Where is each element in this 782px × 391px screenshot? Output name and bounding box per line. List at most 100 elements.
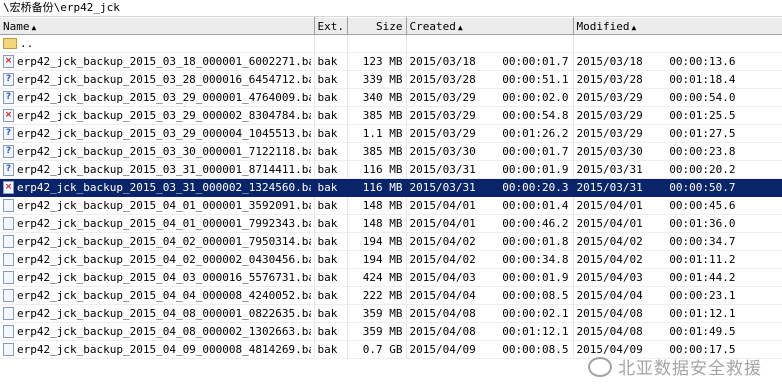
file-name: erp42_jck_backup_2015_03_29_000004_10455… (17, 127, 311, 140)
file-ext: bak (314, 232, 348, 251)
file-size: 359 MB (347, 304, 407, 323)
file-modified: 2015/03/29 00:00:54.0 (573, 88, 782, 107)
file-ext: bak (314, 178, 348, 197)
file-name: erp42_jck_backup_2015_04_02_000002_04304… (17, 253, 311, 266)
file-ext: bak (314, 214, 348, 233)
error-file-icon: × (3, 181, 14, 194)
file-size: 359 MB (347, 322, 407, 341)
file-row[interactable]: ? erp42_jck_backup_2015_03_29_000001_4764… (0, 88, 782, 107)
parent-folder-row[interactable]: .. (0, 34, 782, 53)
column-header-ext[interactable]: Ext. (314, 17, 348, 35)
file-name: erp42_jck_backup_2015_04_01_000001_35920… (17, 199, 311, 212)
file-modified: 2015/03/31 00:00:50.7 (573, 178, 782, 197)
file-created: 2015/04/08 00:01:12.1 (406, 322, 574, 341)
file-row[interactable]: ? erp42_jck_backup_2015_03_28_000016_6454… (0, 70, 782, 89)
file-icon (3, 325, 14, 338)
path-bar[interactable]: \宏桥备份\erp42_jck (0, 0, 782, 17)
file-manager-window: \宏桥备份\erp42_jck Name ▲ Ext. Size Created ▲… (0, 0, 782, 391)
file-created: 2015/03/29 00:00:02.0 (406, 88, 574, 107)
file-row[interactable]: ? erp42_jck_backup_2015_03_30_000001_7122… (0, 142, 782, 161)
file-name: erp42_jck_backup_2015_04_08_000002_13026… (17, 325, 311, 338)
file-row[interactable]: × erp42_jck_backup_2015_03_31_000002_1324… (0, 178, 782, 197)
file-row[interactable]: × erp42_jck_backup_2015_03_29_000002_8304… (0, 106, 782, 125)
file-name: erp42_jck_backup_2015_04_04_000008_42400… (17, 289, 311, 302)
file-name: erp42_jck_backup_2015_03_31_000001_87144… (17, 163, 311, 176)
column-header-name[interactable]: Name ▲ (0, 17, 315, 35)
file-modified: 2015/03/18 00:00:13.6 (573, 52, 782, 71)
file-row[interactable]: erp42_jck_backup_2015_04_08_000002_13026… (0, 322, 782, 341)
current-path: \宏桥备份\erp42_jck (3, 1, 120, 14)
file-name: erp42_jck_backup_2015_03_31_000002_13245… (17, 181, 311, 194)
file-modified: 2015/04/02 00:00:34.7 (573, 232, 782, 251)
file-size: 194 MB (347, 250, 407, 269)
unknown-file-icon: ? (3, 145, 14, 158)
file-row[interactable]: ? erp42_jck_backup_2015_03_31_000001_8714… (0, 160, 782, 179)
file-modified: 2015/03/29 00:01:27.5 (573, 124, 782, 143)
file-size: 148 MB (347, 214, 407, 233)
file-ext: bak (314, 106, 348, 125)
column-header-size[interactable]: Size (347, 17, 407, 35)
error-file-icon: × (3, 55, 14, 68)
file-row[interactable]: erp42_jck_backup_2015_04_04_000008_42400… (0, 286, 782, 305)
file-icon (3, 199, 14, 212)
file-ext: bak (314, 196, 348, 215)
file-modified: 2015/03/30 00:00:23.8 (573, 142, 782, 161)
file-icon (3, 307, 14, 320)
file-icon (3, 343, 14, 356)
file-name: erp42_jck_backup_2015_03_28_000016_64547… (17, 73, 311, 86)
file-created: 2015/04/08 00:00:02.1 (406, 304, 574, 323)
file-row[interactable]: erp42_jck_backup_2015_04_08_000001_08226… (0, 304, 782, 323)
file-created: 2015/03/31 00:00:20.3 (406, 178, 574, 197)
file-size: 385 MB (347, 142, 407, 161)
file-rows: .. × erp42_jck_backup_2015_03_18_000001_6… (0, 34, 782, 359)
file-row[interactable]: erp42_jck_backup_2015_04_01_000001_79923… (0, 214, 782, 233)
file-ext: bak (314, 142, 348, 161)
column-header-created[interactable]: Created ▲ (406, 17, 574, 35)
file-ext: bak (314, 124, 348, 143)
column-header-modified[interactable]: Modified ▲ (573, 17, 782, 35)
file-ext: bak (314, 322, 348, 341)
file-icon (3, 235, 14, 248)
file-size: 116 MB (347, 178, 407, 197)
file-ext: bak (314, 70, 348, 89)
file-row[interactable]: ? erp42_jck_backup_2015_03_29_000004_1045… (0, 124, 782, 143)
sort-ascending-icon: ▲ (31, 22, 37, 32)
file-name: erp42_jck_backup_2015_04_08_000001_08226… (17, 307, 311, 320)
file-size: 116 MB (347, 160, 407, 179)
file-name: erp42_jck_backup_2015_03_30_000001_71221… (17, 145, 311, 158)
file-row[interactable]: erp42_jck_backup_2015_04_02_000001_79503… (0, 232, 782, 251)
file-name: erp42_jck_backup_2015_03_29_000002_83047… (17, 109, 311, 122)
file-size: 424 MB (347, 268, 407, 287)
file-row[interactable]: erp42_jck_backup_2015_04_02_000002_04304… (0, 250, 782, 269)
wechat-logo-icon (588, 356, 612, 377)
file-size: 222 MB (347, 286, 407, 305)
file-modified: 2015/03/29 00:01:25.5 (573, 106, 782, 125)
file-created: 2015/04/01 00:00:01.4 (406, 196, 574, 215)
file-size: 385 MB (347, 106, 407, 125)
file-row[interactable]: erp42_jck_backup_2015_04_01_000001_35920… (0, 196, 782, 215)
unknown-file-icon: ? (3, 73, 14, 86)
file-name: erp42_jck_backup_2015_04_02_000001_79503… (17, 235, 311, 248)
file-name: erp42_jck_backup_2015_03_18_000001_60022… (17, 55, 311, 68)
file-size: 148 MB (347, 196, 407, 215)
file-icon (3, 271, 14, 284)
file-modified: 2015/04/08 00:01:12.1 (573, 304, 782, 323)
folder-icon (3, 38, 17, 49)
file-icon (3, 253, 14, 266)
unknown-file-icon: ? (3, 127, 14, 140)
file-modified: 2015/04/02 00:01:11.2 (573, 250, 782, 269)
unknown-file-icon: ? (3, 163, 14, 176)
parent-folder-label: .. (20, 37, 34, 50)
file-created: 2015/04/04 00:00:08.5 (406, 286, 574, 305)
file-size: 339 MB (347, 70, 407, 89)
file-created: 2015/04/01 00:00:46.2 (406, 214, 574, 233)
file-row[interactable]: × erp42_jck_backup_2015_03_18_000001_6002… (0, 52, 782, 71)
file-name: erp42_jck_backup_2015_04_03_000016_55767… (17, 271, 311, 284)
file-modified: 2015/03/28 00:01:18.4 (573, 70, 782, 89)
file-created: 2015/04/02 00:00:34.8 (406, 250, 574, 269)
file-ext: bak (314, 160, 348, 179)
file-created: 2015/04/03 00:00:01.9 (406, 268, 574, 287)
error-file-icon: × (3, 109, 14, 122)
file-row[interactable]: erp42_jck_backup_2015_04_03_000016_55767… (0, 268, 782, 287)
file-row[interactable]: erp42_jck_backup_2015_04_09_000008_48142… (0, 340, 782, 359)
